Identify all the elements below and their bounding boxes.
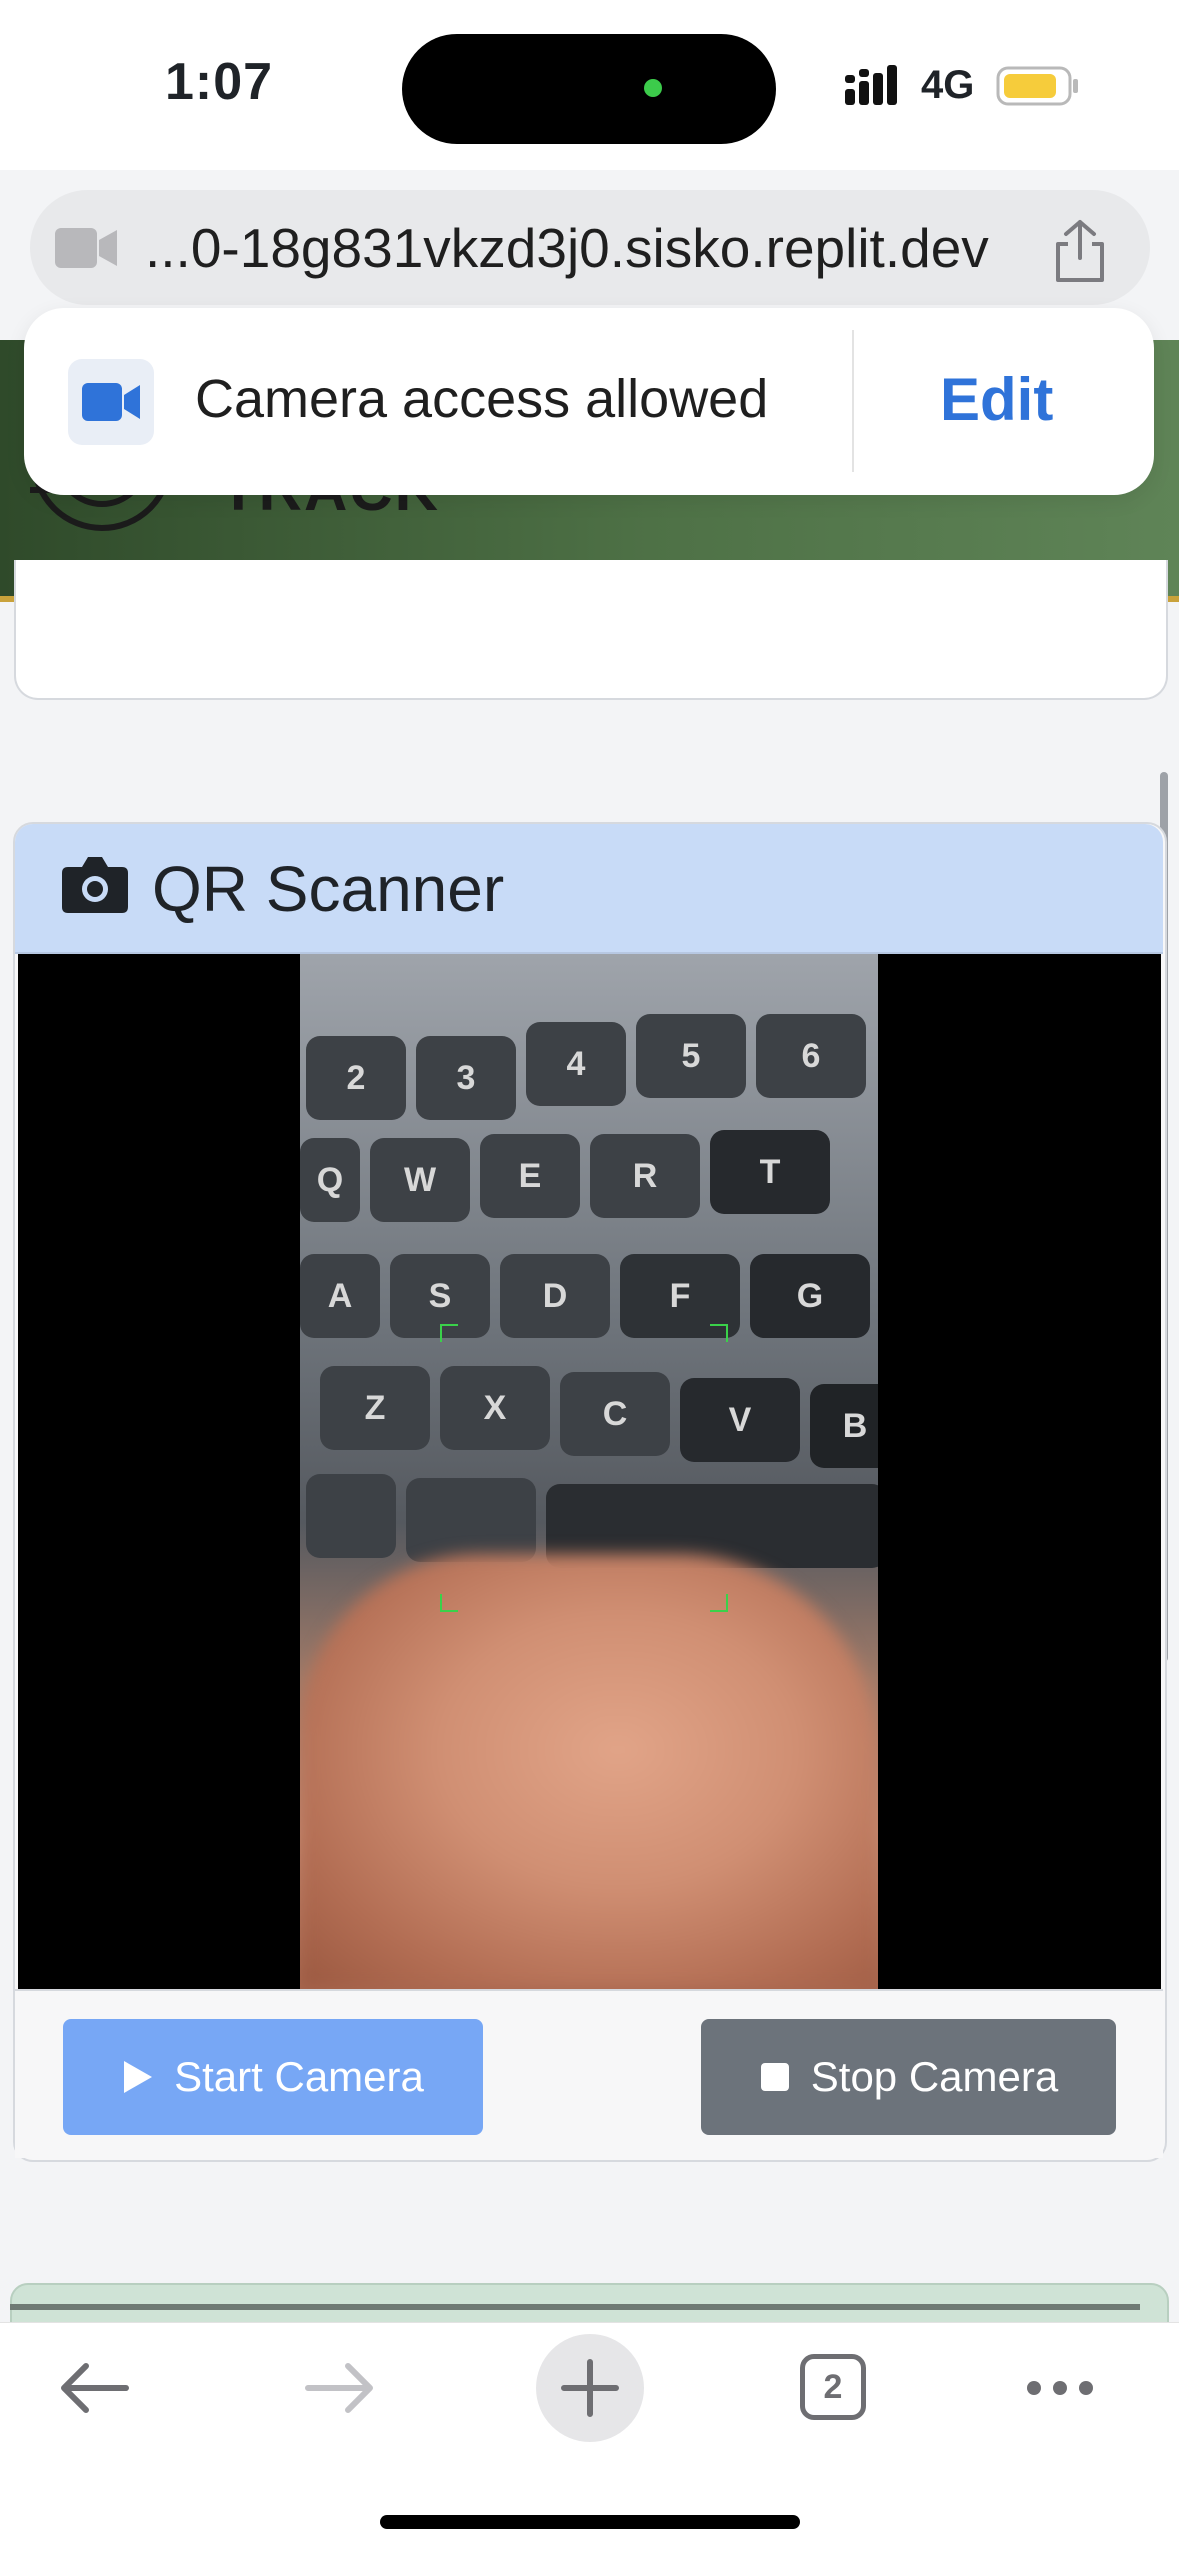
network-type: 4G — [921, 63, 975, 107]
ellipsis-icon[interactable] — [1024, 2378, 1096, 2398]
start-camera-button[interactable]: Start Camera — [63, 2019, 483, 2135]
keyboard-key: 6 — [756, 1014, 866, 1098]
signal-icon — [845, 65, 897, 105]
video-camera-icon[interactable] — [55, 228, 117, 268]
qr-scanner-title: QR Scanner — [152, 853, 505, 925]
keyboard-key: E — [480, 1134, 580, 1218]
keyboard-key — [306, 1474, 396, 1558]
status-time: 1:07 — [165, 53, 274, 111]
keyboard-key: C — [560, 1372, 670, 1456]
popup-icon-container — [68, 359, 154, 445]
scan-region-corner — [440, 1594, 458, 1612]
previous-card — [14, 560, 1168, 700]
play-icon — [124, 2061, 153, 2093]
blurred-finger — [300, 1554, 878, 1989]
keyboard-key: D — [500, 1254, 610, 1338]
start-camera-label: Start Camera — [174, 2053, 424, 2100]
camera-permission-message: Camera access allowed — [195, 369, 769, 429]
url-text[interactable]: ...0-18g831vkzd3j0.sisko.replit.dev — [145, 215, 1035, 281]
keyboard-key: V — [680, 1378, 800, 1462]
camera-feed: 2 3 4 5 6 Q W E R T A S D F G Z X C V B — [300, 954, 878, 1989]
keyboard-key: A — [300, 1254, 380, 1338]
new-tab-button[interactable] — [536, 2334, 644, 2442]
camera-icon — [62, 857, 128, 913]
keyboard-key: 3 — [416, 1036, 516, 1120]
keyboard-key: X — [440, 1366, 550, 1450]
scan-region-corner — [710, 1324, 728, 1342]
plus-icon — [561, 2359, 619, 2417]
scan-region-corner — [710, 1594, 728, 1612]
keyboard-key: 5 — [636, 1014, 746, 1098]
tabs-count-button[interactable]: 2 — [800, 2354, 866, 2420]
stop-camera-button[interactable]: Stop Camera — [701, 2019, 1116, 2135]
arrow-left-icon[interactable] — [58, 2362, 130, 2414]
keyboard-key: T — [710, 1130, 830, 1214]
keyboard-key: Z — [320, 1366, 430, 1450]
stop-camera-label: Stop Camera — [810, 2053, 1059, 2100]
keyboard-key: W — [370, 1138, 470, 1222]
battery-icon — [996, 66, 1078, 106]
keyboard-key — [406, 1478, 536, 1562]
camera-in-use-indicator — [644, 79, 662, 97]
dynamic-island — [402, 34, 776, 144]
stop-icon — [760, 2063, 789, 2091]
keyboard-key: R — [590, 1134, 700, 1218]
keyboard-key: Q — [300, 1138, 360, 1222]
edit-permission-button[interactable]: Edit — [940, 365, 1053, 434]
keyboard-key: G — [750, 1254, 870, 1338]
share-icon[interactable] — [1052, 218, 1108, 284]
keyboard-key: B — [810, 1384, 878, 1468]
video-camera-icon — [82, 383, 140, 421]
keyboard-key: 4 — [526, 1022, 626, 1106]
keyboard-key: 2 — [306, 1036, 406, 1120]
arrow-right-icon[interactable] — [304, 2362, 376, 2414]
home-indicator[interactable] — [380, 2515, 800, 2529]
scan-region-corner — [440, 1324, 458, 1342]
popup-divider — [852, 330, 854, 472]
next-card-divider — [10, 2304, 1140, 2310]
